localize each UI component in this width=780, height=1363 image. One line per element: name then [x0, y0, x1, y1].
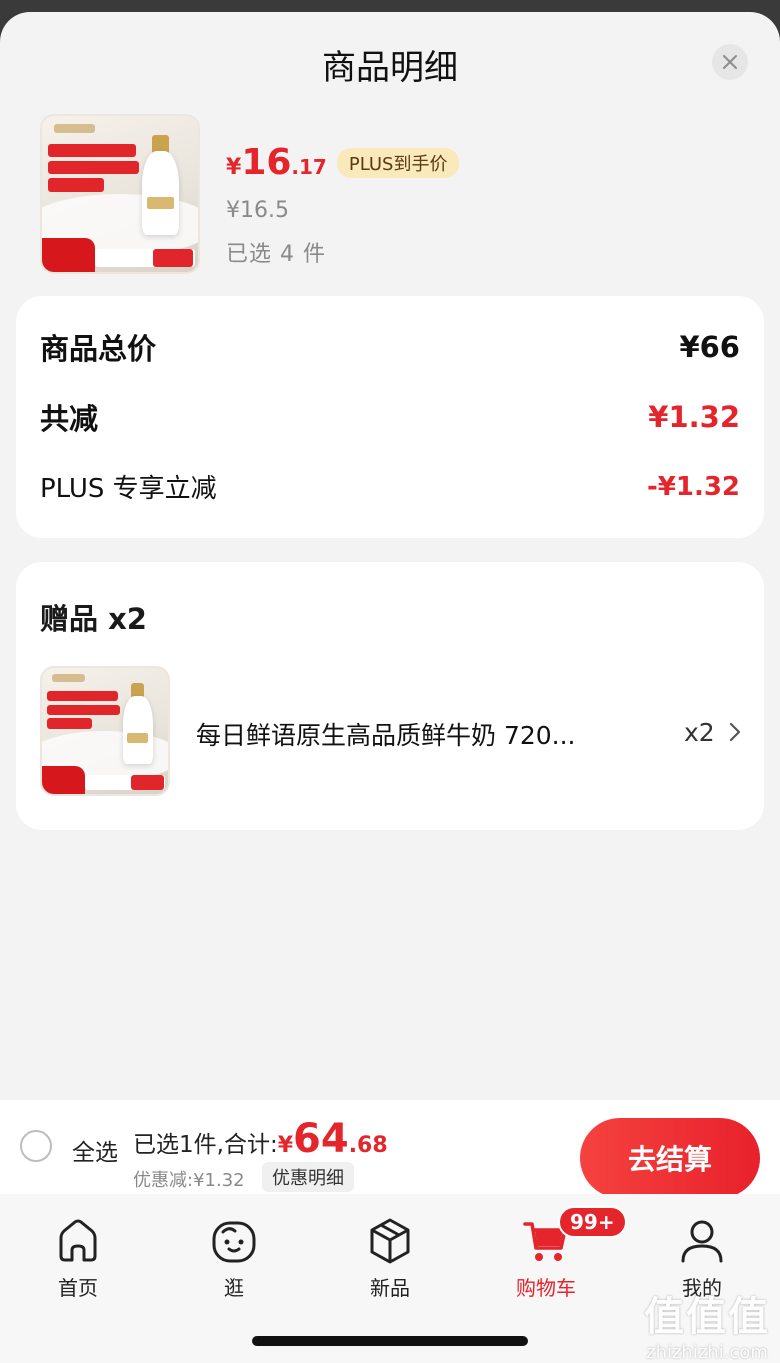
price-integer: 16 — [241, 142, 292, 183]
total-discount-label: 共减 — [40, 402, 99, 436]
gift-image[interactable] — [40, 666, 170, 796]
watermark-logo-text: 值值值 — [644, 1294, 770, 1340]
summary-label: 已选1件,合计: — [133, 1132, 278, 1158]
price-decimal: .17 — [291, 155, 327, 179]
tab-cart-label: 购物车 — [516, 1276, 576, 1300]
discount-text: 优惠减:¥1.32 — [133, 1170, 245, 1191]
product-detail-sheet: 商品明细 ¥ 16 .17 PLUS到手价 ¥16.5 已选 4 件 商品总价 … — [0, 12, 780, 1363]
gift-card: 赠品 x2 每日鲜语原生高品质鲜牛奶 720... x2 — [16, 562, 764, 830]
price-summary-card: 商品总价 ¥66 共减 ¥1.32 PLUS 专享立减 -¥1.32 — [16, 296, 764, 538]
total-currency: ¥ — [277, 1133, 294, 1158]
plus-price-tag: PLUS到手价 — [336, 148, 460, 178]
tab-new[interactable]: 新品 — [330, 1216, 450, 1301]
cart-count-badge: 99+ — [558, 1206, 627, 1238]
total-integer: 64 — [293, 1116, 349, 1162]
select-all-label[interactable]: 全选 — [72, 1133, 118, 1167]
home-indicator — [252, 1336, 528, 1346]
total-discount-value: ¥1.32 — [648, 400, 740, 434]
discount-detail-button[interactable]: 优惠明细 — [262, 1162, 354, 1192]
checkout-bar: 全选 已选1件,合计: ¥ 64 .68 优惠减:¥1.32 优惠明细 去结算 — [0, 1100, 780, 1198]
tab-home-label: 首页 — [58, 1276, 98, 1300]
plus-discount-row: PLUS 专享立减 -¥1.32 — [40, 468, 740, 505]
total-discount-row: 共减 ¥1.32 — [40, 396, 740, 438]
sheet-title: 商品明细 — [322, 48, 458, 88]
site-watermark: 值值值 zhizhizhi.com — [644, 1284, 770, 1363]
gift-item-quantity: x2 — [684, 718, 715, 747]
select-all-checkbox[interactable] — [20, 1130, 52, 1162]
gift-item-name[interactable]: 每日鲜语原生高品质鲜牛奶 720... — [196, 716, 626, 752]
close-icon — [723, 55, 737, 69]
watermark-url: zhizhizhi.com — [646, 1342, 768, 1363]
chevron-right-icon[interactable] — [728, 722, 742, 742]
tab-browse[interactable]: 逛 — [174, 1216, 294, 1301]
checkout-button[interactable]: 去结算 — [580, 1118, 760, 1198]
selected-count: 已选 4 件 — [226, 242, 326, 267]
original-price: ¥16.5 — [226, 198, 289, 223]
total-price-label: 商品总价 — [40, 332, 157, 366]
home-icon — [59, 1219, 97, 1262]
product-price: ¥ 16 .17 PLUS到手价 — [226, 142, 460, 183]
close-button[interactable] — [712, 44, 748, 80]
tab-cart[interactable]: 99+ 购物车 — [486, 1206, 627, 1301]
tab-home[interactable]: 首页 — [18, 1216, 138, 1301]
box-icon — [370, 1218, 410, 1264]
total-summary: 已选1件,合计: ¥ 64 .68 — [133, 1116, 388, 1162]
plus-discount-label: PLUS 专享立减 — [40, 474, 217, 504]
plus-discount-value: -¥1.32 — [646, 471, 740, 502]
face-icon — [212, 1221, 256, 1263]
total-price-row: 商品总价 ¥66 — [40, 326, 740, 368]
total-price-value: ¥66 — [679, 330, 740, 364]
tab-browse-label: 逛 — [224, 1276, 244, 1300]
total-decimal: .68 — [348, 1133, 388, 1158]
gift-title: 赠品 x2 — [40, 602, 147, 636]
product-image[interactable] — [40, 114, 200, 274]
person-icon — [681, 1220, 723, 1263]
tab-new-label: 新品 — [370, 1276, 410, 1300]
price-currency: ¥ — [226, 155, 242, 180]
